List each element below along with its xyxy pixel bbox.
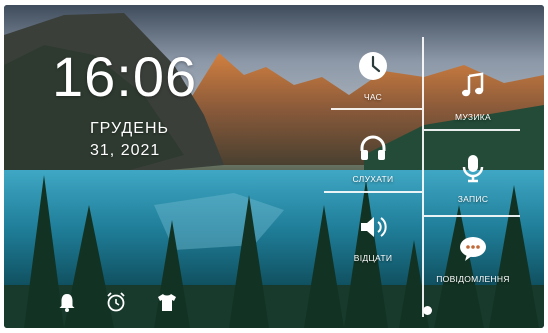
grid-divider-h3 [324, 191, 422, 193]
microphone-icon [462, 155, 484, 183]
time-display: 16:06 [52, 45, 198, 108]
messages-button[interactable]: ПОВІДОМЛЕННЯ [428, 231, 518, 291]
clock-icon [359, 52, 387, 80]
music-note-icon [462, 72, 484, 97]
date-day-year: 31, 2021 [90, 142, 161, 159]
music-button[interactable]: МУЗИКА [428, 69, 518, 129]
page-indicator-dot[interactable] [423, 306, 432, 315]
record-button[interactable]: ЗАПИС [428, 151, 518, 211]
grid-divider-h4 [424, 215, 520, 217]
home-screen: 16:06 ГРУДЕНЬ 31, 2021 ЧАС МУЗИКА СЛУХАТ… [4, 5, 544, 328]
clock-button[interactable]: ЧАС [328, 49, 418, 109]
listen-button[interactable]: СЛУХАТИ [328, 131, 418, 191]
headphones-icon [360, 135, 386, 160]
chat-bubble-icon [460, 237, 486, 261]
clock-label: ЧАС [363, 92, 383, 102]
ring-label: ВІДЦАТИ [353, 253, 393, 263]
record-label: ЗАПИС [457, 194, 489, 204]
messages-label: ПОВІДОМЛЕННЯ [436, 274, 510, 284]
grid-divider-h2 [424, 129, 520, 131]
ring-button[interactable]: ВІДЦАТИ [328, 210, 418, 270]
shirt-icon[interactable] [156, 291, 178, 313]
grid-divider-vertical [422, 37, 424, 317]
speaker-icon [361, 217, 387, 237]
date-month: ГРУДЕНЬ [90, 120, 169, 137]
listen-label: СЛУХАТИ [352, 174, 394, 184]
alarm-clock-icon[interactable] [105, 291, 127, 313]
bell-icon[interactable] [56, 291, 78, 313]
music-label: МУЗИКА [455, 112, 491, 122]
